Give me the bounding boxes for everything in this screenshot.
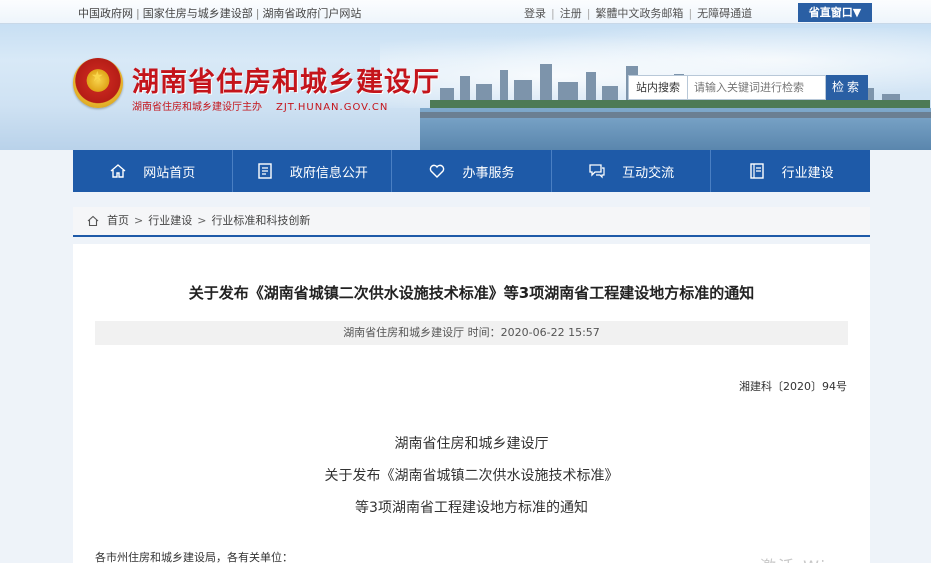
main-nav: 网站首页 政府信息公开 办事服务 互动交流 行业建设 [73, 150, 870, 192]
nav-label: 政府信息公开 [289, 165, 368, 181]
link-gov-portal[interactable]: 中国政府网 [78, 7, 133, 20]
breadcrumb: 首页 > 行业建设 > 行业标准和科技创新 [73, 207, 870, 237]
user-links: 登录 | 注册 | 繁體中文政务邮箱 | 无障碍通道 [524, 5, 752, 21]
chat-icon [588, 162, 606, 180]
link-province-portal[interactable]: 湖南省政府门户网站 [262, 7, 361, 20]
breadcrumb-industry[interactable]: 行业建设 [148, 206, 192, 236]
article-panel: 关于发布《湖南省城镇二次供水设施技术标准》等3项湖南省工程建设地方标准的通知 湖… [73, 244, 870, 563]
top-links: 中国政府网 | 国家住房与城乡建设部 | 湖南省政府门户网站 [78, 5, 361, 21]
nav-home[interactable]: 网站首页 [73, 150, 233, 192]
home-icon [87, 215, 99, 227]
login-link[interactable]: 登录 [524, 7, 546, 20]
separator: | [586, 7, 591, 20]
nav-services[interactable]: 办事服务 [392, 150, 552, 192]
site-title[interactable]: 湖南省住房和城乡建设厅 [132, 60, 440, 99]
top-bar: 中国政府网 | 国家住房与城乡建设部 | 湖南省政府门户网站 登录 | 注册 | 繁體中文政务邮… [0, 0, 931, 24]
separator: | [255, 7, 260, 20]
article-meta: 湖南省住房和城乡建设厅 时间：2020-06-22 15:57 [95, 321, 848, 345]
register-link[interactable]: 注册 [560, 7, 582, 20]
nav-label: 互动交流 [622, 165, 675, 181]
breadcrumb-separator: > [134, 214, 144, 227]
site-search: 站内搜索 检索 [628, 75, 868, 100]
search-input[interactable] [688, 75, 826, 100]
home-icon [109, 162, 127, 180]
star-icon: ★ [91, 69, 104, 85]
province-window-dropdown[interactable]: 省直窗口▼ [798, 3, 872, 22]
nav-gov-info[interactable]: 政府信息公开 [233, 150, 393, 192]
heart-icon [428, 162, 446, 180]
book-icon [748, 162, 766, 180]
nav-interaction[interactable]: 互动交流 [552, 150, 712, 192]
separator: | [688, 7, 693, 20]
gov-mail-link[interactable]: 政务邮箱 [639, 7, 683, 20]
search-button[interactable]: 检索 [826, 75, 868, 100]
banner-bridge [420, 112, 931, 118]
nav-label: 网站首页 [143, 165, 196, 181]
issuer-line: 湖南省住房和城乡建设厅 [394, 436, 549, 452]
breadcrumb-home[interactable]: 首页 [107, 206, 129, 236]
traditional-chinese-link[interactable]: 繁體中文 [595, 7, 639, 20]
breadcrumb-separator: > [197, 214, 207, 227]
heading-line-1: 关于发布《湖南省城镇二次供水设施技术标准》 [324, 468, 619, 484]
site-subtitle: 湖南省住房和城乡建设厅主办 ZJT.HUNAN.GOV.CN [132, 98, 388, 113]
search-label: 站内搜索 [628, 75, 688, 100]
nav-industry[interactable]: 行业建设 [711, 150, 870, 192]
heading-line-2: 等3项湖南省工程建设地方标准的通知 [355, 500, 588, 516]
document-number: 湘建科〔2020〕94号 [739, 380, 847, 393]
document-icon [256, 162, 274, 180]
salutation: 各市州住房和城乡建设局，各有关单位： [95, 551, 293, 563]
separator: | [136, 7, 140, 20]
accessibility-link[interactable]: 无障碍通道 [697, 7, 752, 20]
national-emblem-logo: ★ [73, 58, 123, 108]
article-title: 关于发布《湖南省城镇二次供水设施技术标准》等3项湖南省工程建设地方标准的通知 [188, 284, 755, 302]
site-domain: ZJT.HUNAN.GOV.CN [276, 102, 389, 113]
separator: | [551, 7, 555, 20]
link-ministry[interactable]: 国家住房与城乡建设部 [143, 7, 253, 20]
breadcrumb-standards[interactable]: 行业标准和科技创新 [211, 206, 310, 236]
activation-watermark: 激活 Wi [760, 553, 827, 563]
article-heading: 湖南省住房和城乡建设厅 关于发布《湖南省城镇二次供水设施技术标准》 等3项湖南省… [73, 428, 870, 524]
sponsor-text: 湖南省住房和城乡建设厅主办 [132, 102, 262, 113]
nav-label: 办事服务 [462, 165, 515, 181]
nav-label: 行业建设 [781, 165, 834, 181]
